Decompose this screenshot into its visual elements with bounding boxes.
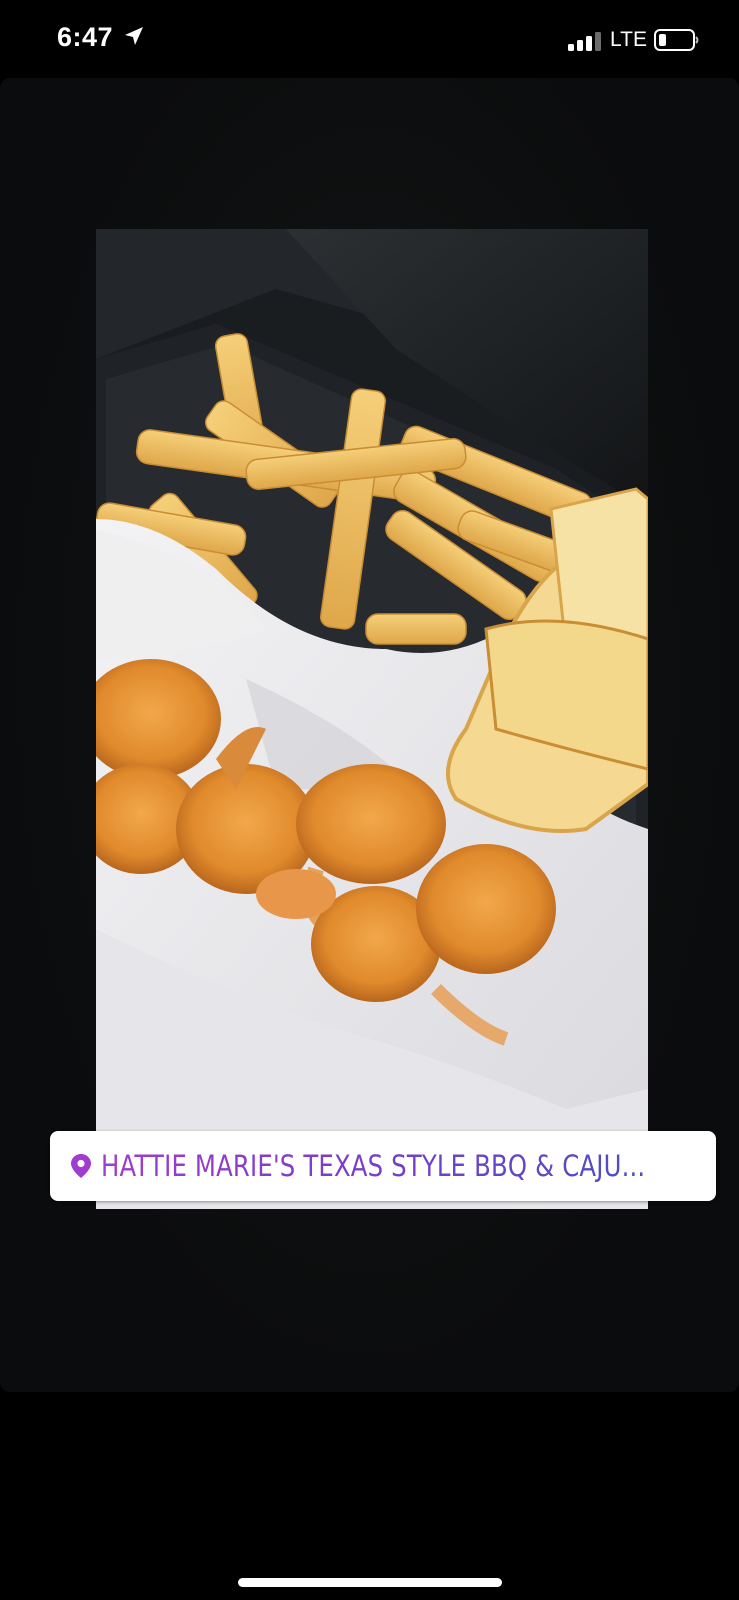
location-name: HATTIE MARIE'S TEXAS STYLE BBQ & CAJU... [101,1149,646,1183]
signal-icon [568,32,601,51]
status-bar: 6:47 LTE [0,0,739,78]
status-time: 6:47 [57,22,114,52]
location-sticker[interactable]: HATTIE MARIE'S TEXAS STYLE BBQ & CAJU... [50,1131,716,1201]
takeout-food-photo [96,229,648,1209]
home-indicator[interactable] [238,1578,502,1587]
location-pin-icon [71,1154,91,1178]
battery-icon [654,29,699,51]
network-type: LTE [610,28,647,51]
food-illustration [96,229,648,1209]
location-arrow-icon [125,27,143,45]
